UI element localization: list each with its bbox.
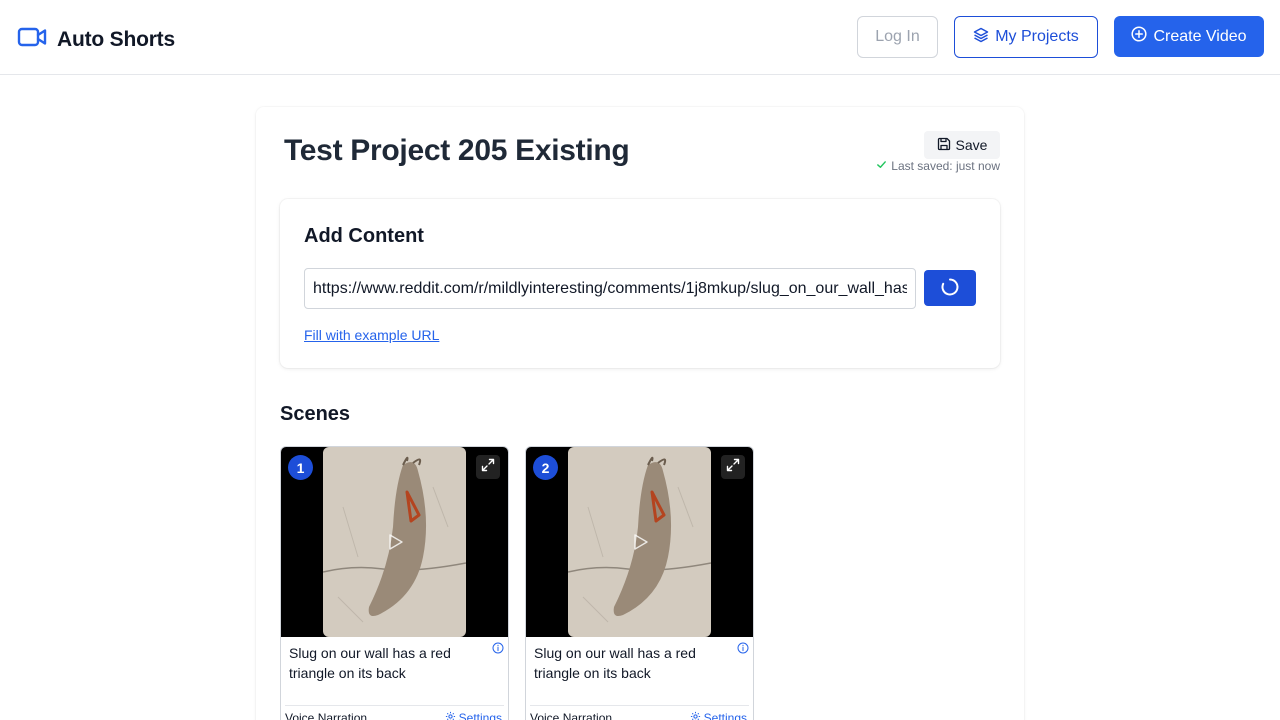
save-button[interactable]: Save (924, 131, 1000, 159)
info-icon[interactable] (492, 641, 504, 659)
brand-title: Auto Shorts (57, 27, 175, 51)
loading-spinner-icon (940, 277, 960, 300)
url-input[interactable] (304, 268, 916, 309)
play-icon[interactable] (385, 532, 405, 557)
video-camera-icon (17, 24, 47, 55)
scene-text: Slug on our wall has a red triangle on i… (534, 645, 696, 681)
scene-number-badge: 1 (288, 455, 313, 480)
settings-label: Settings (458, 711, 502, 720)
top-nav-bar: Auto Shorts Log In My Projects Create Vi… (0, 0, 1280, 75)
expand-button[interactable] (476, 455, 500, 479)
fill-example-url-link[interactable]: Fill with example URL (304, 327, 439, 343)
expand-icon (481, 458, 495, 477)
check-icon (876, 159, 887, 173)
scene-card[interactable]: 1 Slug on our wall has a red triangle on… (280, 446, 509, 720)
play-icon[interactable] (630, 532, 650, 557)
divider (530, 705, 749, 706)
scene-media[interactable]: 2 (526, 447, 753, 637)
login-button[interactable]: Log In (857, 16, 938, 58)
my-projects-button[interactable]: My Projects (954, 16, 1098, 58)
save-label: Save (955, 137, 988, 153)
brand-logo[interactable]: Auto Shorts (17, 24, 175, 55)
scenes-title: Scenes (280, 403, 351, 425)
gear-icon (690, 711, 701, 720)
scene-number-badge: 2 (533, 455, 558, 480)
my-projects-label: My Projects (995, 28, 1079, 45)
expand-icon (726, 458, 740, 477)
submit-url-button[interactable] (924, 270, 976, 306)
save-icon (937, 137, 951, 154)
settings-link[interactable]: Settings (445, 711, 502, 720)
create-video-label: Create Video (1153, 27, 1247, 45)
voice-narration-label: Voice Narration (530, 711, 613, 720)
add-content-title: Add Content (304, 225, 424, 247)
settings-label: Settings (703, 711, 747, 720)
divider (285, 705, 504, 706)
expand-button[interactable] (721, 455, 745, 479)
settings-link[interactable]: Settings (690, 711, 747, 720)
info-icon[interactable] (737, 641, 749, 659)
voice-narration-label: Voice Narration (285, 711, 368, 720)
last-saved-status: Last saved: just now (876, 159, 1000, 173)
create-video-button[interactable]: Create Video (1114, 16, 1264, 57)
scene-card[interactable]: 2 Slug on our wall has a red triangle on… (525, 446, 754, 720)
project-title: Test Project 205 Existing (284, 134, 630, 167)
scene-text: Slug on our wall has a red triangle on i… (289, 645, 451, 681)
gear-icon (445, 711, 456, 720)
plus-circle-icon (1131, 26, 1147, 47)
scene-media[interactable]: 1 (281, 447, 508, 637)
last-saved-text: Last saved: just now (891, 159, 1000, 173)
layers-icon (973, 27, 989, 48)
